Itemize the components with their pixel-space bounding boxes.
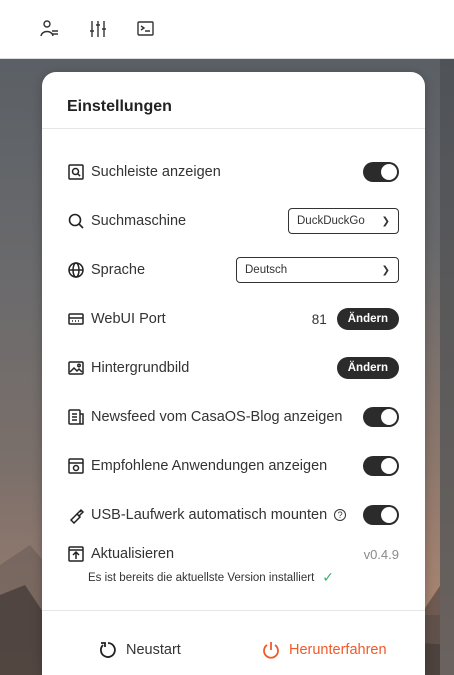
- settings-panel: Einstellungen Suchleiste anzeigen Suchma…: [42, 72, 425, 675]
- shutdown-button[interactable]: Herunterfahren: [261, 640, 387, 660]
- wallpaper-edge: [440, 58, 454, 675]
- apps-icon: [67, 457, 85, 475]
- restart-button[interactable]: Neustart: [98, 640, 181, 660]
- setting-label: Suchleiste anzeigen: [91, 164, 221, 180]
- sliders-icon[interactable]: [88, 19, 108, 39]
- port-value: 81: [311, 311, 327, 327]
- usb-icon: [67, 506, 85, 525]
- setting-label: Hintergrundbild: [91, 360, 190, 376]
- usb-automount-toggle[interactable]: [363, 505, 399, 525]
- checkmark-icon: ✓: [322, 569, 335, 585]
- setting-wallpaper: Hintergrundbild Ändern: [67, 354, 399, 382]
- news-icon: [67, 408, 85, 426]
- setting-update: Aktualisieren v0.4.9: [67, 540, 399, 568]
- setting-label: USB-Laufwerk automatisch mounten: [91, 507, 328, 523]
- setting-label: Empfohlene Anwendungen anzeigen: [91, 458, 328, 474]
- setting-label: Sprache: [91, 262, 146, 278]
- shutdown-label: Herunterfahren: [289, 642, 387, 658]
- search-bar-toggle[interactable]: [363, 162, 399, 182]
- user-icon[interactable]: [40, 19, 60, 39]
- update-icon: [67, 545, 85, 563]
- restart-icon: [100, 642, 116, 658]
- select-value: Deutsch: [245, 264, 288, 276]
- restart-label: Neustart: [126, 642, 181, 658]
- setting-recommended-apps: Empfohlene Anwendungen anzeigen: [67, 452, 399, 480]
- searchbar-icon: [67, 163, 85, 181]
- panel-title: Einstellungen: [67, 98, 172, 115]
- image-icon: [67, 359, 85, 377]
- footer-divider: [42, 610, 425, 611]
- select-value: DuckDuckGo: [297, 215, 365, 227]
- search-icon: [67, 212, 85, 230]
- chevron-down-icon: ❯: [381, 215, 390, 227]
- setting-label: Suchmaschine: [91, 213, 187, 229]
- setting-label: WebUI Port: [91, 311, 166, 327]
- setting-search-bar: Suchleiste anzeigen: [67, 158, 399, 186]
- info-icon[interactable]: ?: [334, 509, 347, 521]
- title-divider: [42, 128, 425, 129]
- change-wallpaper-button[interactable]: Ändern: [336, 357, 399, 379]
- change-port-button[interactable]: Ändern: [336, 308, 399, 330]
- recommended-apps-toggle[interactable]: [363, 456, 399, 476]
- newsfeed-toggle[interactable]: [363, 407, 399, 427]
- power-icon: [263, 642, 279, 659]
- setting-newsfeed: Newsfeed vom CasaOS-Blog anzeigen: [67, 403, 399, 431]
- update-label: Aktualisieren: [91, 546, 175, 562]
- update-status: Es ist bereits die aktuellste Version in…: [88, 569, 334, 586]
- globe-icon: [67, 261, 85, 279]
- language-select[interactable]: Deutsch ❯: [236, 257, 399, 283]
- port-icon: [67, 310, 85, 328]
- setting-webui-port: WebUI Port 81 Ändern: [67, 305, 399, 333]
- setting-usb-automount: USB-Laufwerk automatisch mounten ?: [67, 501, 399, 529]
- setting-language: Sprache Deutsch ❯: [67, 256, 399, 284]
- search-engine-select[interactable]: DuckDuckGo ❯: [288, 208, 399, 234]
- setting-search-engine: Suchmaschine DuckDuckGo ❯: [67, 207, 399, 235]
- version-text: v0.4.9: [363, 546, 399, 562]
- setting-label: Newsfeed vom CasaOS-Blog anzeigen: [91, 409, 343, 425]
- top-toolbar: [0, 0, 454, 59]
- chevron-down-icon: ❯: [381, 264, 390, 276]
- update-status-text: Es ist bereits die aktuellste Version in…: [88, 571, 315, 584]
- terminal-icon[interactable]: [136, 19, 156, 39]
